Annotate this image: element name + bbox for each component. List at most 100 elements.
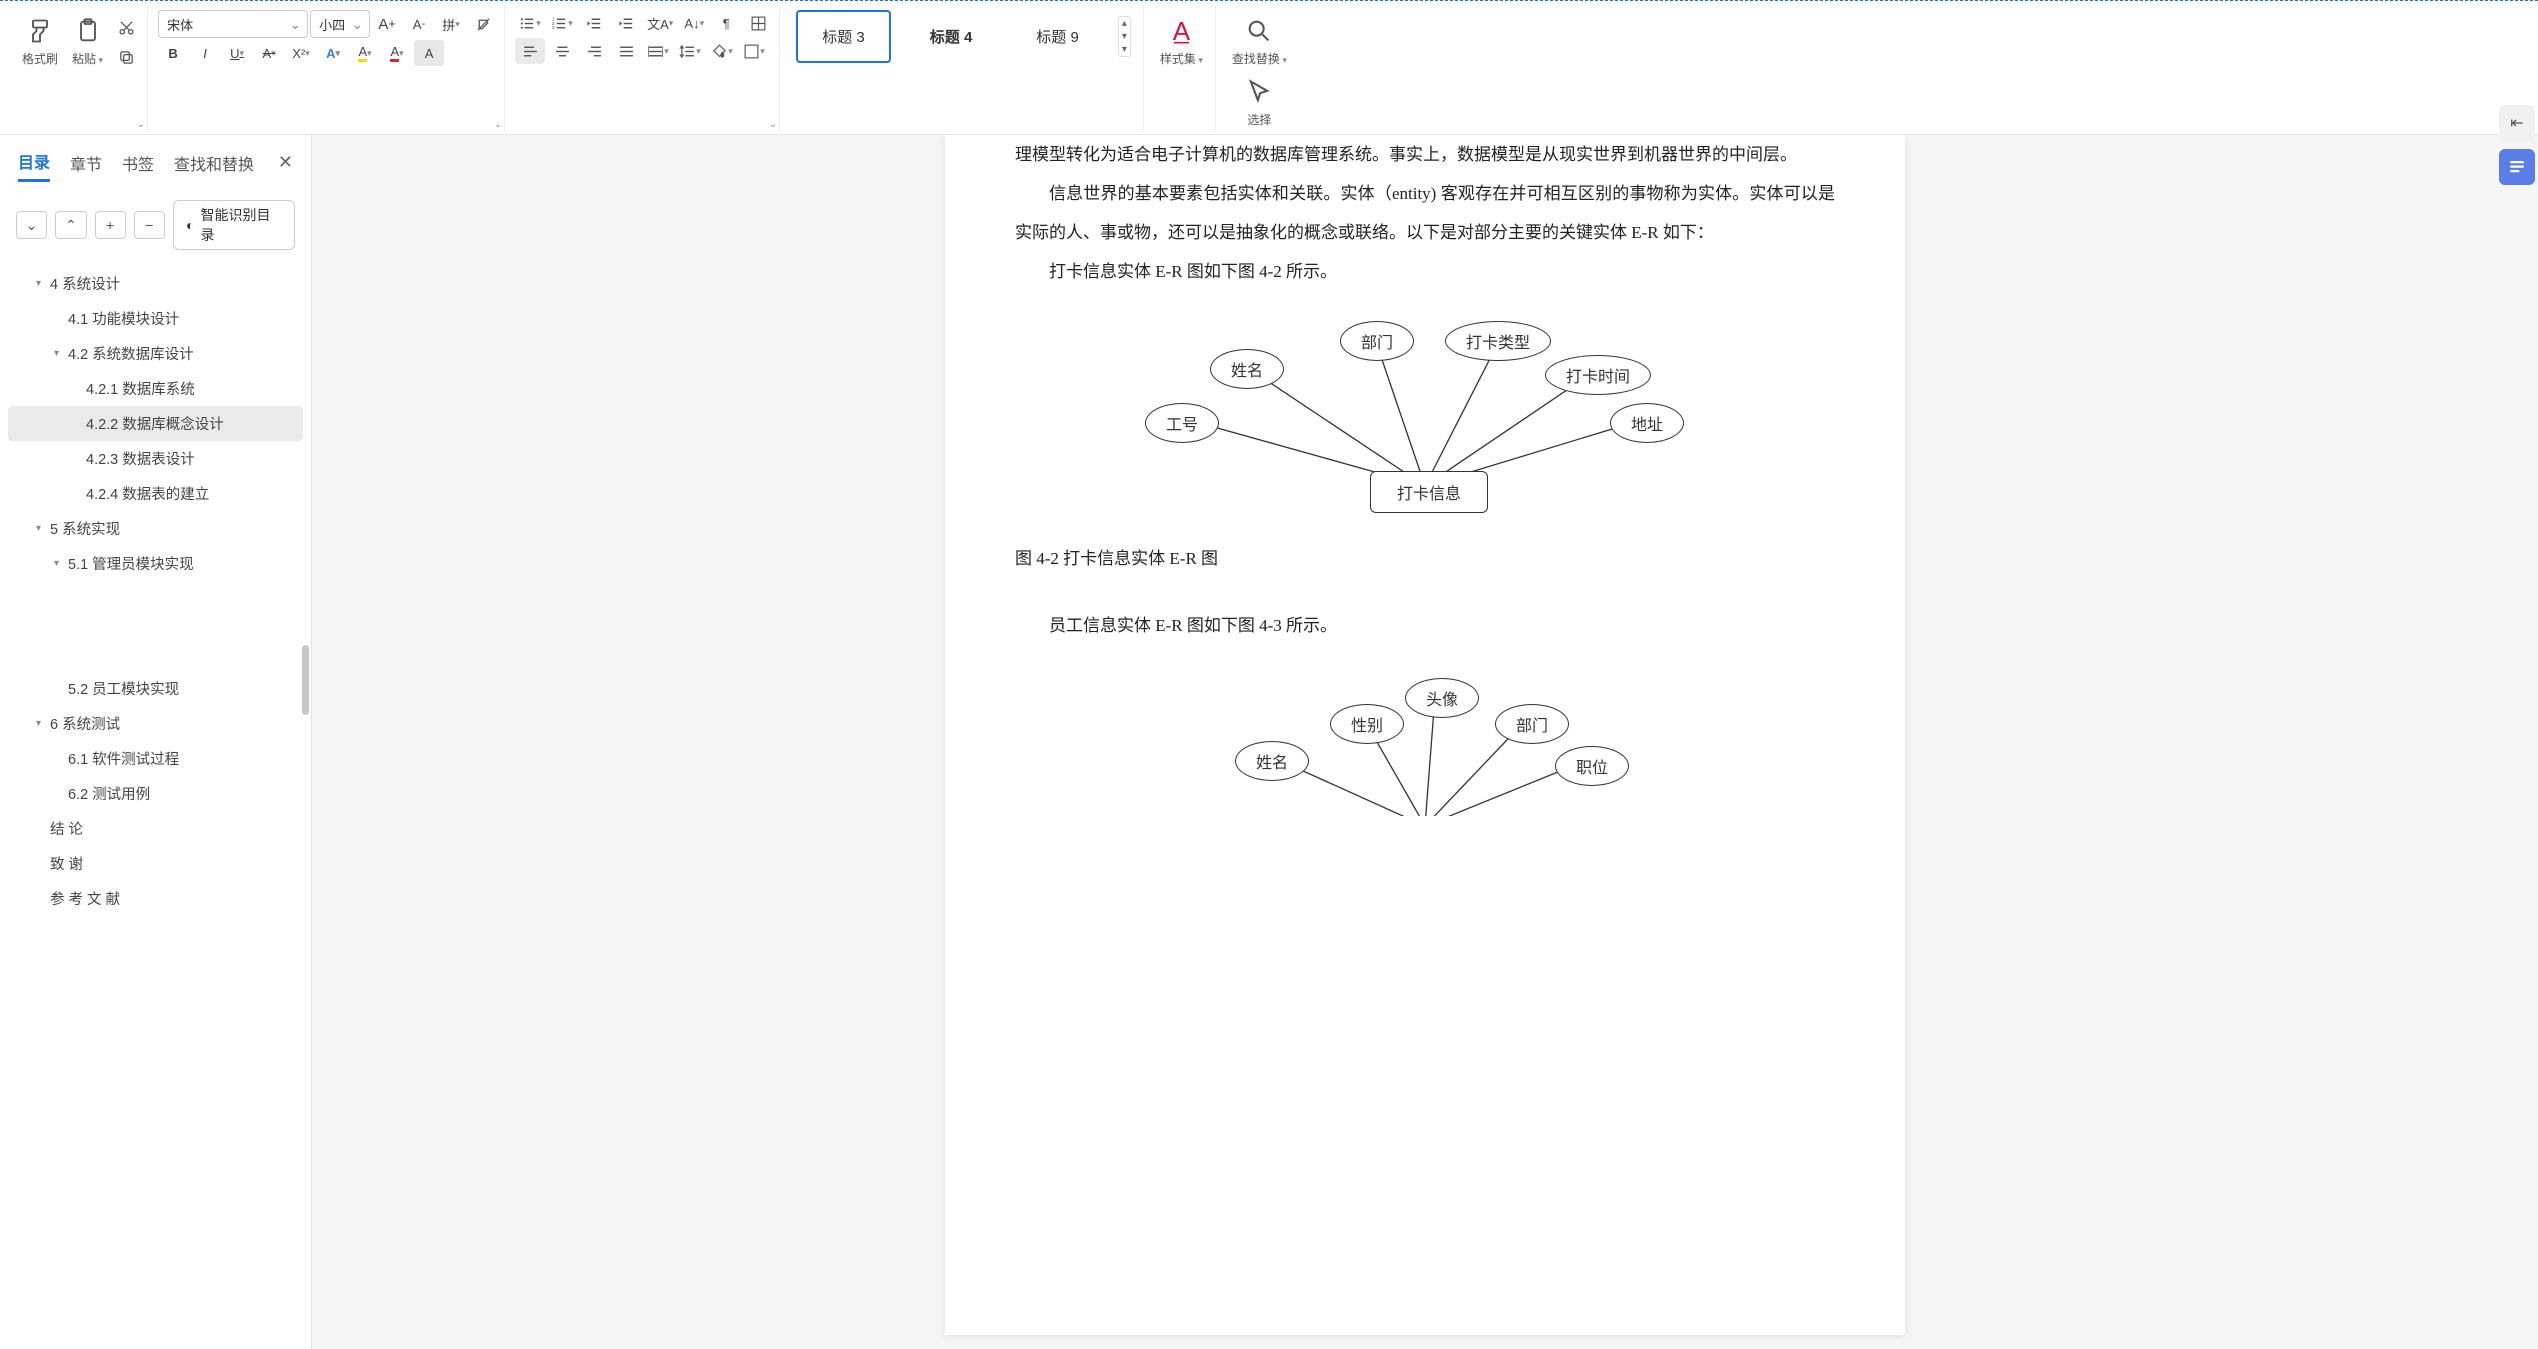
toc-item[interactable]: ▾4 系统设计 [8, 266, 303, 301]
shrink-font-button[interactable]: A- [404, 11, 434, 37]
toc-item[interactable]: 6.2 测试用例 [8, 776, 303, 811]
line-spacing-button[interactable] [675, 38, 705, 64]
font-color-button[interactable]: A [382, 40, 412, 66]
shading-button[interactable] [707, 38, 737, 64]
numbering-button[interactable]: 123 [547, 10, 577, 36]
increase-indent-button[interactable] [611, 10, 641, 36]
toc-item[interactable]: ▾4.2 系统数据库设计 [8, 336, 303, 371]
tab-toc[interactable]: 目录 [18, 149, 50, 182]
font-launcher[interactable]: ⌄ [494, 119, 502, 130]
er-entity: 打卡信息 [1370, 471, 1488, 513]
toc-item-label: 6 系统测试 [50, 713, 120, 734]
styles-group: 标题 3 标题 4 标题 9 ▴▾▾ [784, 6, 1144, 132]
toc-item[interactable]: ▾6 系统测试 [8, 706, 303, 741]
decrease-indent-button[interactable] [579, 10, 609, 36]
toc-item[interactable]: 4.2.2 数据库概念设计 [8, 406, 303, 441]
copy-button[interactable] [111, 45, 141, 71]
toc-item[interactable]: 4.2.3 数据表设计 [8, 441, 303, 476]
text-direction-button[interactable]: 文A [643, 10, 677, 36]
toc-item[interactable]: 4.2.4 数据表的建立 [8, 476, 303, 511]
toc-item-label: 结 论 [50, 818, 83, 839]
paste-button[interactable]: 粘贴 [66, 10, 109, 71]
collapse-down-button[interactable]: ⌄ [16, 211, 47, 239]
toc-item[interactable]: 致 谢 [8, 846, 303, 881]
align-right-button[interactable] [579, 38, 609, 64]
brush-icon [26, 14, 54, 48]
toc-item[interactable]: ▾5.1 管理员模块实现 [8, 546, 303, 581]
toc-item[interactable]: 4.2.1 数据库系统 [8, 371, 303, 406]
sort-button[interactable]: A↓ [679, 10, 709, 36]
toc-item-label: 4.2.1 数据库系统 [86, 378, 195, 399]
superscript-button[interactable]: X² [286, 40, 316, 66]
clear-format-button[interactable] [468, 11, 498, 37]
style-heading4[interactable]: 标题 4 [905, 11, 998, 62]
toc-list: ▾4 系统设计4.1 功能模块设计▾4.2 系统数据库设计 4.2.1 数据库系统… [0, 262, 311, 1349]
toc-item[interactable]: 6.1 软件测试过程 [8, 741, 303, 776]
add-heading-button[interactable]: + [95, 211, 126, 239]
eye-icon: ◐ [186, 217, 194, 233]
italic-button[interactable]: I [190, 40, 220, 66]
find-replace-button[interactable]: 查找替换 [1226, 10, 1293, 71]
remove-heading-button[interactable]: − [134, 211, 165, 239]
tab-bookmark[interactable]: 书签 [122, 151, 154, 181]
bullets-button[interactable] [515, 10, 545, 36]
paragraph-launcher[interactable]: ⌄ [769, 119, 777, 130]
toc-item-label: 4.2.4 数据表的建立 [86, 483, 209, 504]
find-group: 查找替换 选择 [1220, 6, 1299, 132]
strikethrough-button[interactable]: A [254, 40, 284, 66]
borders-grid-button[interactable] [743, 10, 773, 36]
underline-button[interactable]: U [222, 40, 252, 66]
char-shading-button[interactable]: A [414, 40, 444, 66]
cut-button[interactable] [111, 15, 141, 41]
er-attr: 性别 [1330, 704, 1404, 744]
er-attr: 头像 [1405, 678, 1479, 718]
borders-button[interactable] [739, 38, 769, 64]
font-family-select[interactable]: 宋体 [158, 10, 308, 38]
document-area[interactable]: 理模型转化为适合电子计算机的数据库管理系统。事实上，数据模型是从现实世界到机器世… [312, 135, 2538, 1349]
font-size-select[interactable]: 小四 [310, 10, 370, 38]
highlight-button[interactable]: A [350, 40, 380, 66]
text-effect-button[interactable]: A [318, 40, 348, 66]
er-diagram-clockin: 工号 姓名 部门 打卡类型 打卡时间 地址 打卡信息 [1105, 311, 1745, 521]
er-diagram-employee: 姓名 性别 头像 部门 职位 [1105, 666, 1745, 816]
toc-scrollbar[interactable] [302, 645, 309, 715]
smart-toc-button[interactable]: ◐ 智能识别目录 [173, 200, 295, 250]
tab-chapter[interactable]: 章节 [70, 151, 102, 181]
body-paragraph: 员工信息实体 E-R 图如下图 4-3 所示。 [1015, 606, 1835, 645]
style-heading3[interactable]: 标题 3 [796, 10, 891, 63]
bold-button[interactable]: B [158, 40, 188, 66]
clipboard-group: 格式刷 粘贴 ⌄ [10, 6, 148, 132]
toc-item[interactable]: ▾5 系统实现 [8, 511, 303, 546]
toc-item-label: 5.2 员工模块实现 [68, 678, 179, 699]
align-left-button[interactable] [515, 38, 545, 64]
show-marks-button[interactable]: ¶ [711, 10, 741, 36]
right-rail: ⇤ [2496, 135, 2538, 195]
svg-text:3: 3 [552, 25, 555, 31]
toc-item[interactable]: 结 论 [8, 811, 303, 846]
align-center-button[interactable] [547, 38, 577, 64]
rail-outline-button[interactable] [2499, 149, 2535, 185]
format-painter-button[interactable]: 格式刷 [16, 10, 64, 71]
style-heading9[interactable]: 标题 9 [1011, 11, 1104, 62]
grow-font-button[interactable]: A+ [372, 11, 402, 37]
collapse-up-button[interactable]: ⌃ [55, 211, 86, 239]
cursor-icon [1245, 75, 1273, 109]
font-group: 宋体 小四 A+ A- 拼 B I U A X² A A A A ⌄ [152, 6, 505, 132]
toc-item[interactable]: 4.1 功能模块设计 [8, 301, 303, 336]
change-case-button[interactable]: 拼 [436, 11, 466, 37]
toc-item[interactable]: 5.2 员工模块实现 [8, 671, 303, 706]
close-pane-button[interactable]: ✕ [278, 152, 293, 179]
toc-item-label: 4.2.3 数据表设计 [86, 448, 195, 469]
chevron-down-icon: ▾ [36, 523, 50, 534]
select-button[interactable]: 选择 [1239, 71, 1279, 132]
align-justify-button[interactable] [611, 38, 641, 64]
clipboard-launcher[interactable]: ⌄ [137, 119, 145, 130]
distributed-button[interactable] [643, 38, 673, 64]
style-set-button[interactable]: A̲ 样式集 [1154, 10, 1209, 71]
tab-find-replace[interactable]: 查找和替换 [174, 151, 254, 181]
toc-item[interactable]: 参 考 文 献 [8, 881, 303, 916]
body-paragraph: 信息世界的基本要素包括实体和关联。实体（entity) 客观存在并可相互区别的事… [1015, 174, 1835, 252]
style-gallery-scroll[interactable]: ▴▾▾ [1118, 16, 1131, 57]
rail-expand-button[interactable]: ⇤ [2499, 135, 2535, 141]
style-set-group: A̲ 样式集 [1148, 6, 1216, 132]
